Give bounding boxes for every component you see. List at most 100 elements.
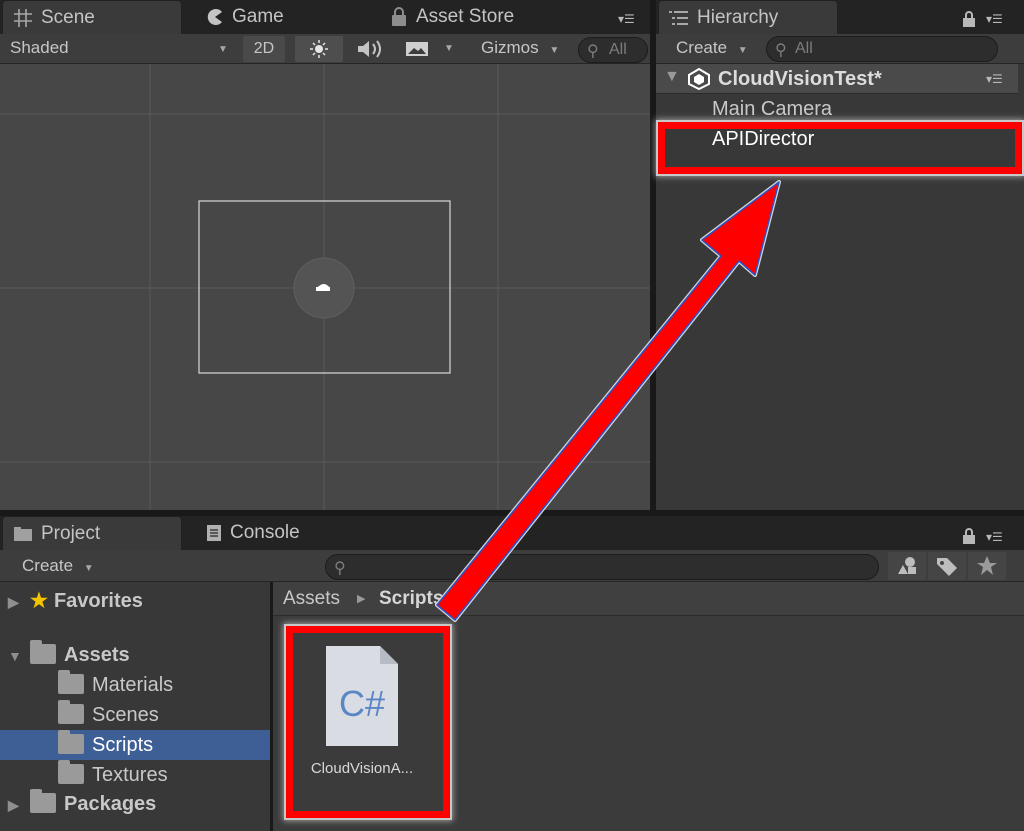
create-label: Create (22, 556, 74, 575)
gizmos-label: Gizmos (481, 38, 539, 57)
expanded-triangle-icon[interactable]: ▼ (8, 648, 30, 664)
pacman-icon (206, 8, 224, 26)
project-toolbar: Create ▼ ⚲ (0, 550, 1024, 582)
effects-dropdown[interactable]: ▼ (400, 36, 460, 62)
tab-asset-store[interactable]: Asset Store (380, 0, 580, 34)
tab-label: Game (232, 6, 284, 27)
item-label: Favorites (53, 590, 143, 612)
shading-mode-label: Shaded (10, 38, 69, 57)
image-effects-icon (406, 42, 428, 56)
search-placeholder: All (795, 40, 813, 57)
panel-menu-icon[interactable]: ▾☰ (986, 530, 1003, 544)
item-label: Materials (92, 674, 174, 696)
scene-toolbar: Shaded ▼ 2D ▼ Gizmos ▼ ⚲ All (0, 34, 650, 64)
search-icon: ⚲ (775, 42, 787, 59)
highlight-box-apidirector (658, 122, 1022, 174)
tab-scene[interactable]: Scene (2, 0, 182, 34)
shapes-icon (898, 557, 916, 574)
folder-icon (58, 760, 84, 784)
lock-bag-icon (390, 7, 408, 27)
project-create-dropdown[interactable]: Create ▼ (22, 556, 94, 576)
shading-mode-dropdown[interactable]: Shaded ▼ (10, 38, 235, 58)
unity-logo-icon (688, 68, 710, 90)
scene-menu-icon[interactable]: ▾☰ (986, 72, 1003, 86)
lock-icon[interactable] (962, 11, 976, 32)
tab-label: Hierarchy (697, 6, 779, 28)
breadcrumb: Assets ▶ Scripts (273, 582, 1024, 616)
highlight-box-script-file (286, 626, 450, 818)
item-label: Scripts (92, 734, 154, 756)
scene-name: CloudVisionTest* (718, 68, 882, 90)
tree-item-textures[interactable]: Textures (58, 760, 168, 787)
search-icon: ⚲ (334, 560, 346, 577)
filter-by-label-button[interactable] (928, 552, 966, 580)
project-search-input[interactable]: ⚲ (325, 554, 879, 580)
tree-item-favorites[interactable]: ▶ ★ Favorites (8, 588, 143, 613)
favorite-button[interactable] (968, 552, 1006, 580)
list-icon (669, 10, 689, 26)
panel-menu-icon[interactable]: ▾☰ (986, 12, 1003, 26)
tree-item-scenes[interactable]: Scenes (58, 700, 159, 727)
hierarchy-toolbar: Create ▼ ⚲ All (656, 34, 1024, 64)
project-tabbar: Project Console ▾☰ (0, 516, 1024, 550)
hierarchy-tabbar: Hierarchy ▾☰ (656, 0, 1024, 34)
panel-menu-icon[interactable]: ▾☰ (618, 12, 635, 26)
tree-item-materials[interactable]: Materials (58, 670, 174, 697)
console-icon (206, 524, 222, 542)
tag-icon (937, 558, 957, 576)
grid-icon (13, 8, 33, 28)
breadcrumb-current[interactable]: Scripts (379, 588, 443, 610)
search-icon: ⚲ (587, 43, 599, 60)
tree-item-packages[interactable]: ▶ Packages (8, 789, 157, 816)
tab-label: Scene (41, 6, 95, 28)
folder-icon (30, 789, 56, 813)
star-icon (977, 556, 997, 575)
collapsed-triangle-icon[interactable]: ▶ (8, 594, 30, 611)
tree-item-scripts[interactable]: Scripts (58, 730, 154, 757)
breadcrumb-assets[interactable]: Assets (283, 588, 340, 610)
project-folder-tree: ▶ ★ Favorites ▼ Assets Materials Scenes Scr… (0, 582, 270, 831)
tab-hierarchy[interactable]: Hierarchy (658, 0, 838, 34)
tab-game[interactable]: Game (196, 0, 376, 34)
tab-console[interactable]: Console (196, 516, 376, 550)
item-label: Packages (64, 793, 157, 815)
folder-icon (58, 670, 84, 694)
tab-project[interactable]: Project (2, 516, 182, 550)
audio-toggle[interactable] (350, 36, 390, 62)
item-label: Textures (92, 764, 168, 786)
dropdown-caret-icon: ▼ (218, 44, 228, 55)
hierarchy-search-input[interactable]: ⚲ All (766, 36, 998, 62)
speaker-icon (358, 40, 381, 58)
tree-item-assets[interactable]: ▼ Assets (8, 640, 130, 667)
folder-icon (13, 526, 33, 542)
scene-grid (0, 64, 650, 510)
dropdown-caret-icon: ▼ (549, 45, 560, 56)
item-label: Main Camera (712, 98, 833, 120)
scene-tabbar: Scene Game Asset Store ▾☰ (0, 0, 650, 34)
tab-label: Console (230, 522, 300, 543)
mode-2d-button[interactable]: 2D (243, 36, 285, 62)
filter-by-type-button[interactable] (888, 552, 926, 580)
dropdown-caret-icon: ▼ (737, 45, 748, 56)
folder-icon (58, 730, 84, 754)
lock-icon[interactable] (962, 528, 976, 549)
tab-label: Asset Store (416, 6, 515, 27)
gizmos-dropdown[interactable]: Gizmos ▼ (481, 38, 559, 58)
scene-view[interactable] (0, 64, 650, 510)
star-icon: ★ (30, 590, 48, 612)
item-label: Assets (64, 644, 130, 666)
collapsed-triangle-icon[interactable]: ▶ (8, 797, 30, 814)
scene-search-input[interactable]: ⚲ All (578, 37, 648, 63)
dropdown-caret-icon: ▼ (444, 43, 454, 54)
lighting-toggle[interactable] (295, 36, 343, 62)
create-label: Create (676, 38, 728, 57)
mode-2d-label: 2D (253, 40, 275, 57)
hierarchy-create-dropdown[interactable]: Create ▼ (676, 38, 748, 58)
dropdown-caret-icon: ▼ (83, 563, 94, 574)
folder-icon (30, 640, 56, 664)
item-label: Scenes (92, 704, 159, 726)
tab-label: Project (41, 522, 101, 544)
scene-header-row[interactable]: ▼ CloudVisionTest* ▾☰ (656, 64, 1018, 94)
hierarchy-item-main-camera[interactable]: Main Camera (712, 98, 832, 121)
expand-triangle-icon[interactable]: ▼ (664, 68, 680, 86)
